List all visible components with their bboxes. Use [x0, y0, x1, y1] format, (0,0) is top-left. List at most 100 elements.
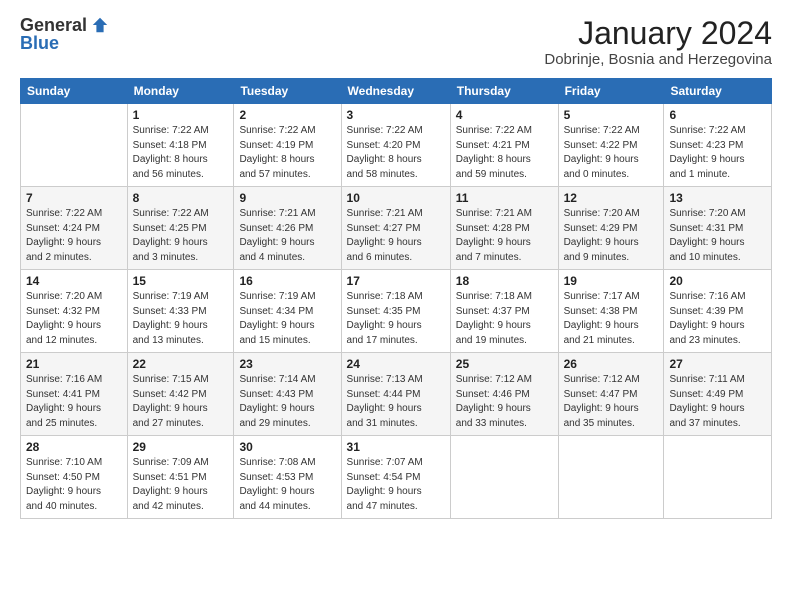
day-number: 30 — [239, 440, 335, 454]
calendar-week-3: 14 Sunrise: 7:20 AMSunset: 4:32 PMDayligh… — [21, 270, 772, 353]
table-row: 31 Sunrise: 7:07 AMSunset: 4:54 PMDayligh… — [341, 436, 450, 519]
day-info: Sunrise: 7:12 AMSunset: 4:47 PMDaylight:… — [564, 373, 659, 431]
table-row: 3Sunrise: 7:22 AMSunset: 4:20 PMDaylight… — [341, 104, 450, 187]
table-row: 8Sunrise: 7:22 AMSunset: 4:25 PMDaylight… — [127, 187, 234, 270]
calendar-week-4: 21Sunrise: 7:16 AMSunset: 4:41 PMDayligh… — [21, 353, 772, 436]
table-row: 19 Sunrise: 7:17 AMSunset: 4:38 PMDayligh… — [558, 270, 664, 353]
table-row: 30 Sunrise: 7:08 AMSunset: 4:53 PMDayligh… — [234, 436, 341, 519]
table-row: 5 Sunrise: 7:22 AMSunset: 4:22 PMDaylight… — [558, 104, 664, 187]
table-row: 27Sunrise: 7:11 AMSunset: 4:49 PMDayligh… — [664, 353, 772, 436]
day-number: 18 — [456, 274, 553, 288]
day-number: 1 — [133, 108, 229, 122]
day-info: Sunrise: 7:21 AMSunset: 4:28 PMDaylight:… — [456, 207, 553, 265]
table-row: 29 Sunrise: 7:09 AMSunset: 4:51 PMDayligh… — [127, 436, 234, 519]
table-row: 16 Sunrise: 7:19 AMSunset: 4:34 PMDayligh… — [234, 270, 341, 353]
header-wednesday: Wednesday — [341, 79, 450, 104]
day-number: 25 — [456, 357, 553, 371]
day-info: Sunrise: 7:22 AMSunset: 4:20 PMDaylight:… — [347, 124, 445, 182]
header-saturday: Saturday — [664, 79, 772, 104]
day-number: 14 — [26, 274, 122, 288]
day-info: Sunrise: 7:20 AMSunset: 4:29 PMDaylight:… — [564, 207, 659, 265]
table-row: 6Sunrise: 7:22 AMSunset: 4:23 PMDaylight… — [664, 104, 772, 187]
table-row: 11 Sunrise: 7:21 AMSunset: 4:28 PMDayligh… — [450, 187, 558, 270]
day-number: 22 — [133, 357, 229, 371]
day-info: Sunrise: 7:09 AMSunset: 4:51 PMDaylight:… — [133, 456, 229, 514]
table-row: 1 Sunrise: 7:22 AMSunset: 4:18 PMDaylight… — [127, 104, 234, 187]
table-row: 22 Sunrise: 7:15 AMSunset: 4:42 PMDayligh… — [127, 353, 234, 436]
day-info: Sunrise: 7:20 AMSunset: 4:31 PMDaylight:… — [669, 207, 766, 265]
table-row: 2 Sunrise: 7:22 AMSunset: 4:19 PMDaylight… — [234, 104, 341, 187]
day-info: Sunrise: 7:15 AMSunset: 4:42 PMDaylight:… — [133, 373, 229, 431]
day-number: 19 — [564, 274, 659, 288]
day-info: Sunrise: 7:14 AMSunset: 4:43 PMDaylight:… — [239, 373, 335, 431]
day-number: 31 — [347, 440, 445, 454]
day-number: 24 — [347, 357, 445, 371]
table-row: 23 Sunrise: 7:14 AMSunset: 4:43 PMDayligh… — [234, 353, 341, 436]
table-row: 15Sunrise: 7:19 AMSunset: 4:33 PMDayligh… — [127, 270, 234, 353]
table-row — [450, 436, 558, 519]
day-info: Sunrise: 7:22 AMSunset: 4:23 PMDaylight:… — [669, 124, 766, 182]
day-info: Sunrise: 7:22 AMSunset: 4:21 PMDaylight:… — [456, 124, 553, 182]
day-info: Sunrise: 7:17 AMSunset: 4:38 PMDaylight:… — [564, 290, 659, 348]
table-row: 24 Sunrise: 7:13 AMSunset: 4:44 PMDayligh… — [341, 353, 450, 436]
day-info: Sunrise: 7:16 AMSunset: 4:41 PMDaylight:… — [26, 373, 122, 431]
logo-general-text: General — [20, 16, 87, 34]
day-number: 15 — [133, 274, 229, 288]
day-info: Sunrise: 7:22 AMSunset: 4:24 PMDaylight:… — [26, 207, 122, 265]
day-number: 26 — [564, 357, 659, 371]
table-row: 9 Sunrise: 7:21 AMSunset: 4:26 PMDaylight… — [234, 187, 341, 270]
day-number: 17 — [347, 274, 445, 288]
day-info: Sunrise: 7:22 AMSunset: 4:25 PMDaylight:… — [133, 207, 229, 265]
table-row: 4Sunrise: 7:22 AMSunset: 4:21 PMDaylight… — [450, 104, 558, 187]
header-friday: Friday — [558, 79, 664, 104]
day-info: Sunrise: 7:20 AMSunset: 4:32 PMDaylight:… — [26, 290, 122, 348]
day-info: Sunrise: 7:22 AMSunset: 4:18 PMDaylight:… — [133, 124, 229, 182]
logo: General Blue — [20, 16, 109, 52]
day-info: Sunrise: 7:22 AMSunset: 4:19 PMDaylight:… — [239, 124, 335, 182]
day-number: 11 — [456, 191, 553, 205]
calendar-week-2: 7 Sunrise: 7:22 AMSunset: 4:24 PMDaylight… — [21, 187, 772, 270]
table-row: 7 Sunrise: 7:22 AMSunset: 4:24 PMDaylight… — [21, 187, 128, 270]
table-row: 18Sunrise: 7:18 AMSunset: 4:37 PMDayligh… — [450, 270, 558, 353]
day-number: 13 — [669, 191, 766, 205]
table-row: 17 Sunrise: 7:18 AMSunset: 4:35 PMDayligh… — [341, 270, 450, 353]
header-tuesday: Tuesday — [234, 79, 341, 104]
table-row: 25 Sunrise: 7:12 AMSunset: 4:46 PMDayligh… — [450, 353, 558, 436]
day-number: 10 — [347, 191, 445, 205]
calendar-week-5: 28Sunrise: 7:10 AMSunset: 4:50 PMDayligh… — [21, 436, 772, 519]
day-info: Sunrise: 7:18 AMSunset: 4:35 PMDaylight:… — [347, 290, 445, 348]
location-subtitle: Dobrinje, Bosnia and Herzegovina — [544, 51, 772, 68]
weekday-header-row: Sunday Monday Tuesday Wednesday Thursday… — [21, 79, 772, 104]
table-row: 26 Sunrise: 7:12 AMSunset: 4:47 PMDayligh… — [558, 353, 664, 436]
month-title: January 2024 — [544, 16, 772, 51]
day-number: 27 — [669, 357, 766, 371]
header-sunday: Sunday — [21, 79, 128, 104]
table-row: 12 Sunrise: 7:20 AMSunset: 4:29 PMDayligh… — [558, 187, 664, 270]
day-info: Sunrise: 7:19 AMSunset: 4:34 PMDaylight:… — [239, 290, 335, 348]
table-row — [558, 436, 664, 519]
day-info: Sunrise: 7:21 AMSunset: 4:27 PMDaylight:… — [347, 207, 445, 265]
day-info: Sunrise: 7:07 AMSunset: 4:54 PMDaylight:… — [347, 456, 445, 514]
day-info: Sunrise: 7:13 AMSunset: 4:44 PMDaylight:… — [347, 373, 445, 431]
day-info: Sunrise: 7:12 AMSunset: 4:46 PMDaylight:… — [456, 373, 553, 431]
table-row: 20Sunrise: 7:16 AMSunset: 4:39 PMDayligh… — [664, 270, 772, 353]
day-info: Sunrise: 7:10 AMSunset: 4:50 PMDaylight:… — [26, 456, 122, 514]
logo-blue-text: Blue — [20, 34, 59, 52]
day-number: 2 — [239, 108, 335, 122]
day-number: 29 — [133, 440, 229, 454]
day-number: 23 — [239, 357, 335, 371]
day-number: 12 — [564, 191, 659, 205]
table-row: 21Sunrise: 7:16 AMSunset: 4:41 PMDayligh… — [21, 353, 128, 436]
day-number: 16 — [239, 274, 335, 288]
day-number: 7 — [26, 191, 122, 205]
table-row: 13 Sunrise: 7:20 AMSunset: 4:31 PMDayligh… — [664, 187, 772, 270]
day-info: Sunrise: 7:08 AMSunset: 4:53 PMDaylight:… — [239, 456, 335, 514]
day-info: Sunrise: 7:22 AMSunset: 4:22 PMDaylight:… — [564, 124, 659, 182]
page: General Blue January 2024 Dobrinje, Bosn… — [0, 0, 792, 612]
day-number: 9 — [239, 191, 335, 205]
day-info: Sunrise: 7:21 AMSunset: 4:26 PMDaylight:… — [239, 207, 335, 265]
table-row: 10 Sunrise: 7:21 AMSunset: 4:27 PMDayligh… — [341, 187, 450, 270]
calendar-table: Sunday Monday Tuesday Wednesday Thursday… — [20, 78, 772, 519]
day-number: 5 — [564, 108, 659, 122]
table-row: 28Sunrise: 7:10 AMSunset: 4:50 PMDayligh… — [21, 436, 128, 519]
